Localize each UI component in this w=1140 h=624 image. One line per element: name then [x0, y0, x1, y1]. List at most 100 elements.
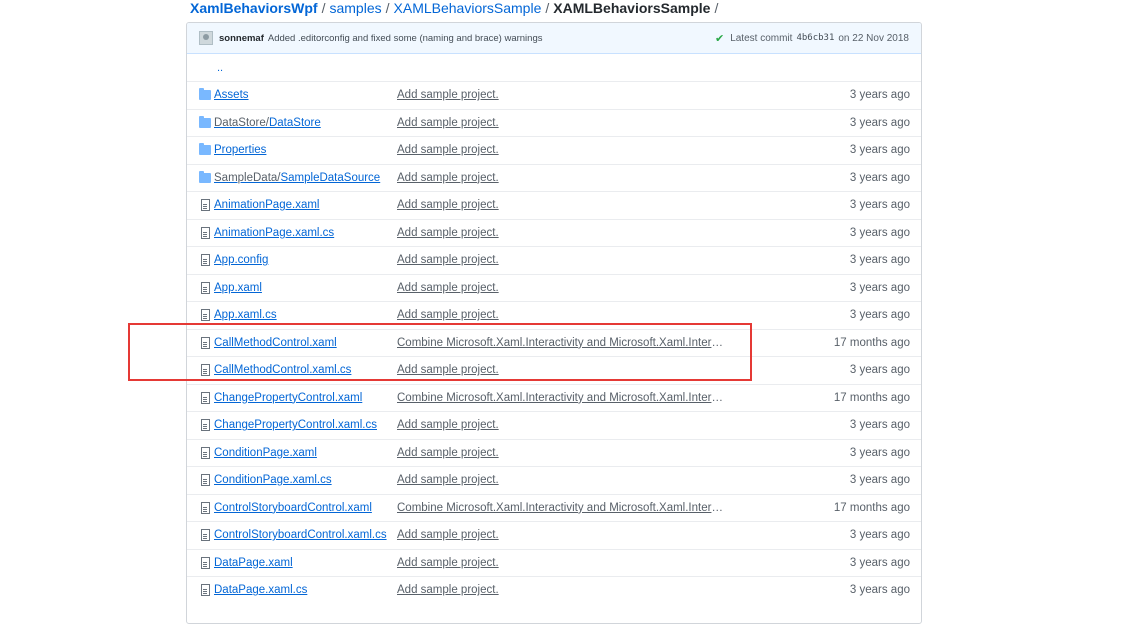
table-row[interactable]: ControlStoryboardControl.xaml Combine Mic… [187, 493, 921, 522]
file-name-link[interactable]: ConditionPage.xaml [214, 447, 317, 459]
table-row[interactable]: AnimationPage.xaml Add sample project. 3 y… [187, 191, 921, 219]
commit-age: 3 years ago [849, 309, 910, 322]
table-row[interactable]: App.xaml Add sample project. 3 years ago [187, 273, 921, 302]
commit-message-link[interactable]: Combine Microsoft.Xaml.Interactivity and… [397, 502, 727, 514]
file-icon [199, 308, 211, 322]
file-icon [199, 446, 211, 460]
folder-icon [199, 115, 211, 130]
file-name: ChangePropertyControl.xaml [214, 391, 363, 404]
commit-message-link[interactable]: Add sample project. [397, 282, 727, 294]
folder-icon [199, 170, 211, 185]
table-row[interactable]: DataStore/DataStore Add sample project. 3 … [187, 108, 921, 137]
commit-message-link[interactable]: Combine Microsoft.Xaml.Interactivity and… [397, 337, 727, 349]
commit-message-link[interactable]: Add sample project. [397, 309, 727, 321]
commit-message-link[interactable]: Combine Microsoft.Xaml.Interactivity and… [397, 392, 727, 404]
table-row[interactable]: App.config Add sample project. 3 years ago [187, 246, 921, 274]
file-name-link[interactable]: DataPage.xaml.cs [214, 584, 307, 596]
file-name: DataPage.xaml [214, 556, 293, 569]
file-name-link[interactable]: App.config [214, 254, 268, 266]
file-name-link[interactable]: ControlStoryboardControl.xaml [214, 502, 372, 514]
parent-directory-link[interactable]: .. [217, 62, 223, 74]
breadcrumb-repo-link[interactable]: XamlBehaviorsWpf [190, 0, 318, 16]
file-icon [199, 226, 211, 240]
parent-directory-row[interactable]: .. [187, 54, 921, 81]
avatar[interactable] [199, 31, 213, 45]
commit-message[interactable]: Added .editorconfig and fixed some (nami… [268, 33, 543, 44]
commit-message-link[interactable]: Add sample project. [397, 364, 727, 376]
file-name: App.xaml [214, 281, 262, 294]
file-name-link[interactable]: DataPage.xaml [214, 557, 293, 569]
table-row[interactable]: ChangePropertyControl.xaml Combine Micros… [187, 383, 921, 412]
commit-message-link[interactable]: Add sample project. [397, 474, 727, 486]
file-name: ConditionPage.xaml [214, 446, 317, 459]
commit-age: 17 months ago [833, 336, 910, 349]
commit-message-link[interactable]: Add sample project. [397, 419, 727, 431]
commit-message-link[interactable]: Add sample project. [397, 447, 727, 459]
file-name: App.config [214, 254, 269, 267]
breadcrumb-separator: / [321, 0, 326, 16]
table-row[interactable]: ConditionPage.xaml.cs Add sample project.… [187, 466, 921, 494]
breadcrumb-separator: / [545, 0, 550, 16]
file-name-link[interactable]: CallMethodControl.xaml [214, 337, 337, 349]
commit-author[interactable]: sonnemaf [219, 33, 264, 44]
file-icon [199, 253, 211, 267]
commit-message-link[interactable]: Add sample project. [397, 254, 727, 266]
file-name-link[interactable]: App.xaml [214, 282, 262, 294]
table-row[interactable]: AnimationPage.xaml.cs Add sample project.… [187, 218, 921, 247]
breadcrumb-samples-link[interactable]: samples [329, 0, 381, 16]
file-icon [199, 363, 211, 377]
commit-message-link[interactable]: Add sample project. [397, 89, 727, 101]
commit-age: 3 years ago [849, 116, 910, 129]
file-name-link[interactable]: DataStore/DataStore [214, 117, 321, 129]
table-row[interactable]: ChangePropertyControl.xaml.cs Add sample … [187, 411, 921, 439]
file-browser: sonnemaf Added .editorconfig and fixed s… [186, 22, 922, 624]
file-name-prefix: SampleData/ [214, 171, 281, 184]
file-name-link[interactable]: AnimationPage.xaml [214, 199, 319, 211]
table-row[interactable]: SampleData/SampleDataSource Add sample pr… [187, 163, 921, 192]
file-name-link[interactable]: Properties [214, 144, 266, 156]
file-name-link[interactable]: ChangePropertyControl.xaml.cs [214, 419, 377, 431]
commit-age: 3 years ago [849, 254, 910, 267]
table-row[interactable]: CallMethodControl.xaml Combine Microsoft.… [187, 328, 921, 357]
commit-message-link[interactable]: Add sample project. [397, 172, 727, 184]
file-name-link[interactable]: ControlStoryboardControl.xaml.cs [214, 529, 387, 541]
table-row[interactable]: DataPage.xaml.cs Add sample project. 3 yea… [187, 576, 921, 604]
file-icon [199, 281, 211, 295]
commit-age: 3 years ago [849, 226, 910, 239]
table-row[interactable]: Properties Add sample project. 3 years ago [187, 136, 921, 164]
commit-message-link[interactable]: Add sample project. [397, 144, 727, 156]
commit-message-link[interactable]: Add sample project. [397, 199, 727, 211]
file-name-link[interactable]: CallMethodControl.xaml.cs [214, 364, 351, 376]
file-icon [199, 528, 211, 542]
table-row[interactable]: ConditionPage.xaml Add sample project. 3 y… [187, 438, 921, 467]
commit-message-link[interactable]: Add sample project. [397, 529, 727, 541]
file-name-link[interactable]: Assets [214, 89, 249, 101]
breadcrumb-separator: / [385, 0, 390, 16]
file-name-link[interactable]: SampleData/SampleDataSource [214, 172, 380, 184]
commit-age: 3 years ago [849, 419, 910, 432]
commit-age: 3 years ago [849, 171, 910, 184]
file-icon [199, 336, 211, 350]
breadcrumb-current: XAMLBehaviorsSample [553, 0, 711, 16]
commit-message-link[interactable]: Add sample project. [397, 117, 727, 129]
commit-message-link[interactable]: Add sample project. [397, 557, 727, 569]
table-row[interactable]: Assets Add sample project. 3 years ago [187, 81, 921, 109]
file-icon [199, 198, 211, 212]
file-name-link[interactable]: ConditionPage.xaml.cs [214, 474, 332, 486]
check-icon: ✔ [714, 32, 725, 45]
file-name-link[interactable]: AnimationPage.xaml.cs [214, 227, 334, 239]
file-name: AnimationPage.xaml [214, 199, 320, 212]
breadcrumb-xamlbehaviorssample-link[interactable]: XAMLBehaviorsSample [394, 0, 542, 16]
table-row[interactable]: CallMethodControl.xaml.cs Add sample proj… [187, 356, 921, 384]
file-name-link[interactable]: ChangePropertyControl.xaml [214, 392, 362, 404]
file-name-link[interactable]: App.xaml.cs [214, 309, 277, 321]
commit-message-link[interactable]: Add sample project. [397, 584, 727, 596]
commit-sha[interactable]: 4b6cb31 [796, 33, 834, 43]
latest-commit-bar: sonnemaf Added .editorconfig and fixed s… [187, 23, 921, 54]
commit-age: 3 years ago [849, 529, 910, 542]
commit-message-link[interactable]: Add sample project. [397, 227, 727, 239]
file-icon [199, 556, 211, 570]
table-row[interactable]: DataPage.xaml Add sample project. 3 years … [187, 548, 921, 577]
table-row[interactable]: App.xaml.cs Add sample project. 3 years ag… [187, 301, 921, 329]
table-row[interactable]: ControlStoryboardControl.xaml.cs Add samp… [187, 521, 921, 549]
